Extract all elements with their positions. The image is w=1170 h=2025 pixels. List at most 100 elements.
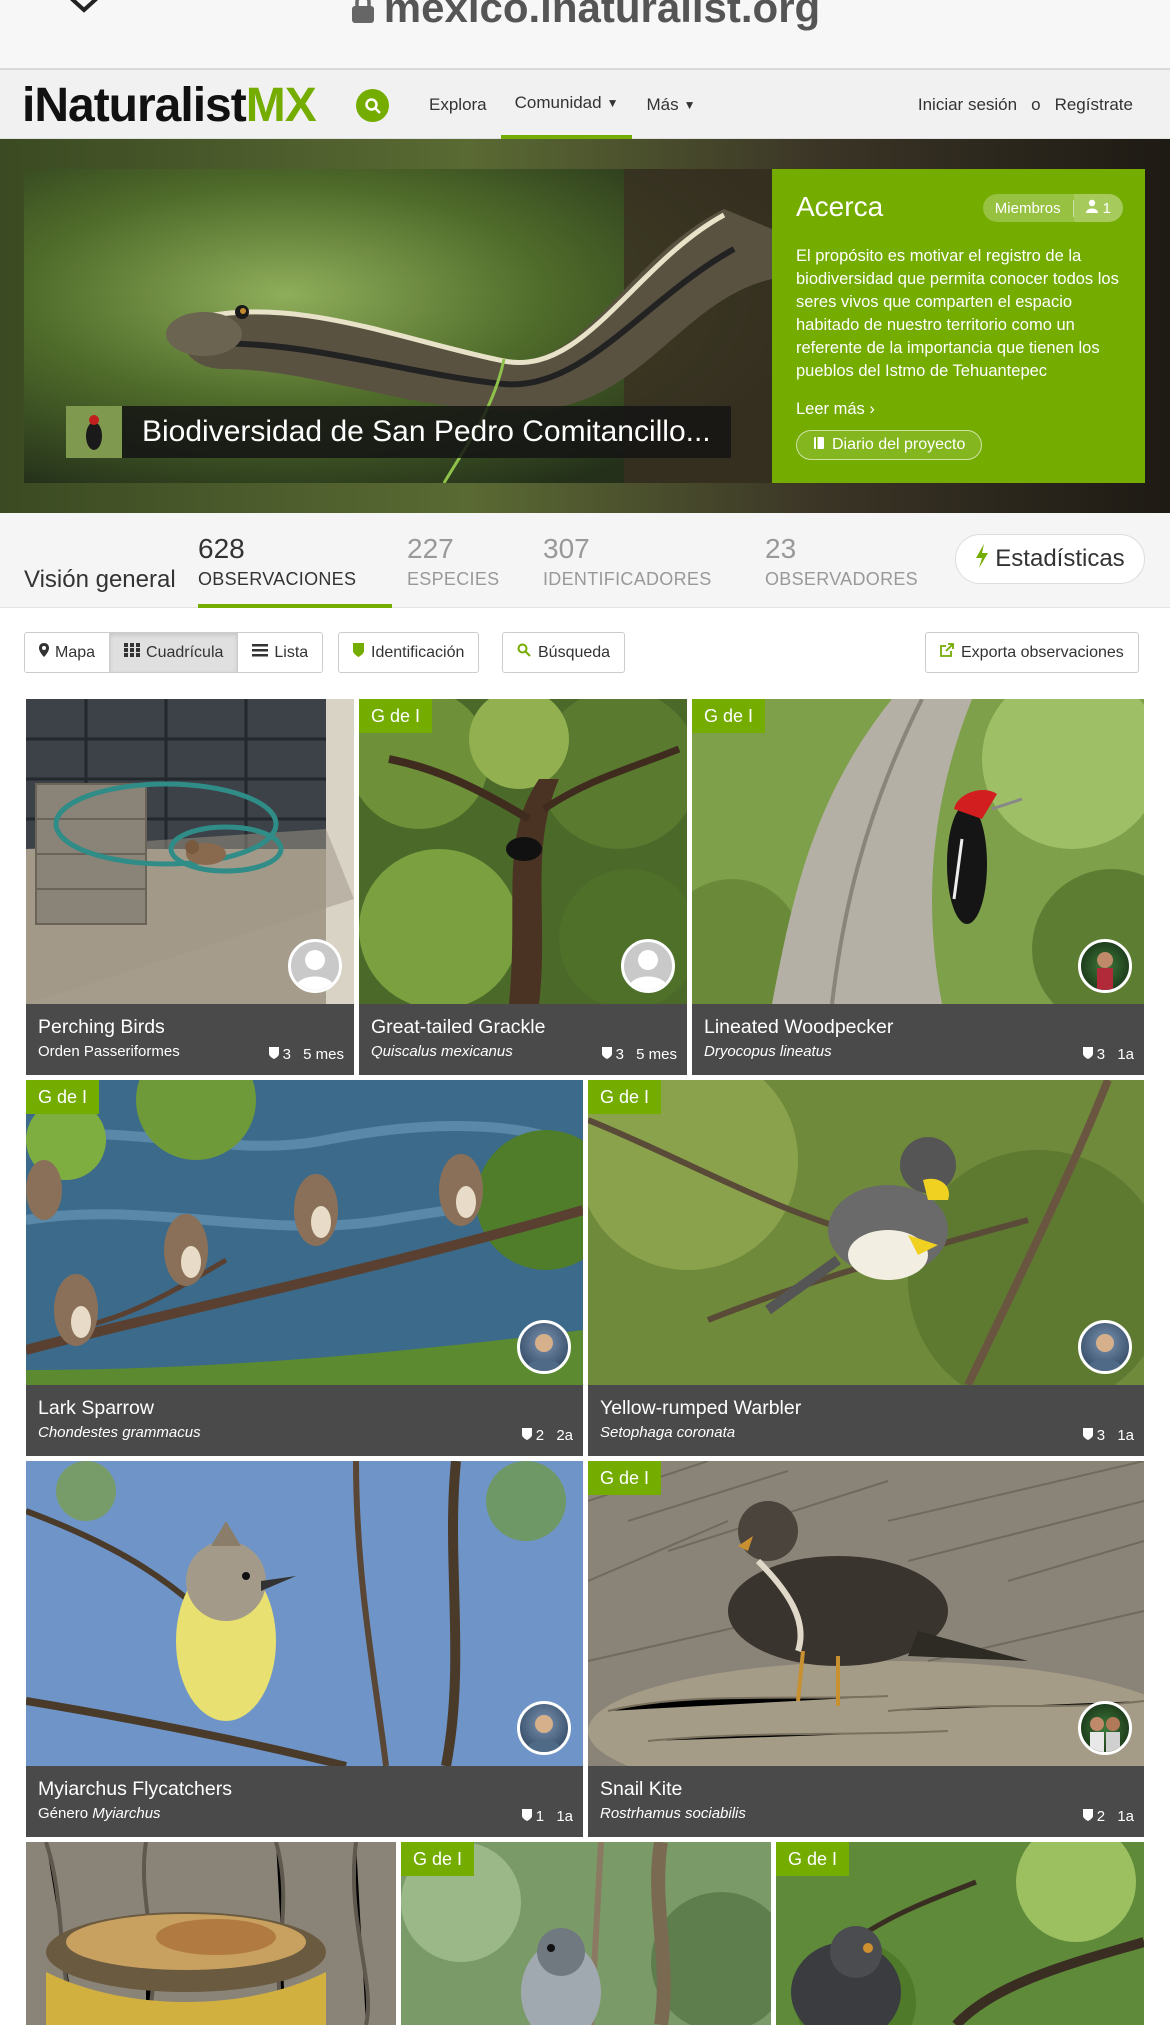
journal-button[interactable]: Diario del proyecto <box>796 430 983 460</box>
chevron-down-icon: ▼ <box>683 97 696 112</box>
shield-icon <box>1082 1427 1093 1444</box>
map-view-button[interactable]: Mapa <box>25 633 111 672</box>
stat-observations[interactable]: 628 OBSERVACIONES <box>198 533 392 608</box>
project-description: El propósito es motivar el registro de l… <box>796 247 1119 380</box>
site-logo[interactable]: iNaturalistMX <box>22 78 317 133</box>
nav-label: Más <box>646 94 679 114</box>
main-nav: Explora Comunidad ▼ Más ▼ <box>415 70 710 139</box>
read-more-label: Leer más <box>796 400 865 418</box>
observation-photo <box>26 1080 583 1385</box>
overview-tab[interactable]: Visión general <box>24 566 176 594</box>
observation-caption: Lark Sparrow Chondestes grammacus 2 2a <box>26 1385 583 1456</box>
observation-card[interactable]: Perching Birds Orden Passeriformes 3 5 m… <box>26 699 354 1075</box>
user-avatar[interactable] <box>1078 939 1132 993</box>
identification-label: Identificación <box>371 643 465 661</box>
common-name: Yellow-rumped Warbler <box>600 1397 802 1419</box>
search-button[interactable]: Búsqueda <box>502 632 626 673</box>
observation-card[interactable]: G de I Yellow-rumped Warbler Setophaga c… <box>588 1080 1144 1456</box>
id-count: 2 <box>1096 1808 1106 1825</box>
observation-photo <box>26 1461 583 1766</box>
id-count: 2 <box>535 1427 545 1444</box>
filter-toolbar: Mapa Cuadrícula Lista Identificación Bús… <box>0 608 1170 698</box>
observation-age: 1a <box>556 1808 573 1825</box>
stat-observers[interactable]: 23 OBSERVADORES <box>765 533 918 608</box>
project-cover-image: Biodiversidad de San Pedro Comitancillo.… <box>24 169 772 483</box>
nav-comunidad[interactable]: Comunidad ▼ <box>500 70 633 139</box>
research-grade-badge: G de I <box>588 1080 662 1114</box>
signup-link[interactable]: Regístrate <box>1055 95 1133 115</box>
observation-card[interactable]: Myiarchus Flycatchers Género Myiarchus 1… <box>26 1461 583 1837</box>
stat-species[interactable]: 227 ESPECIES <box>407 533 499 608</box>
stat-number: 628 <box>198 533 245 564</box>
chevron-down-icon: ▼ <box>606 95 619 110</box>
research-grade-badge: G de I <box>401 1842 475 1876</box>
research-grade-badge: G de I <box>588 1461 662 1495</box>
lock-icon <box>350 0 376 35</box>
project-hero: Biodiversidad de San Pedro Comitancillo.… <box>0 139 1170 513</box>
observation-meta: 3 1a <box>1082 1046 1134 1063</box>
statistics-button[interactable]: Estadísticas <box>955 534 1145 584</box>
grid-view-button[interactable]: Cuadrícula <box>110 633 239 672</box>
export-button[interactable]: Exporta observaciones <box>925 632 1139 673</box>
map-marker-icon <box>39 643 49 662</box>
observation-meta: 1 1a <box>521 1808 573 1825</box>
user-avatar[interactable] <box>517 1320 571 1374</box>
search-label: Búsqueda <box>538 643 611 661</box>
observation-card[interactable] <box>26 1842 396 2025</box>
logo-text: iNaturalist <box>22 79 247 132</box>
journal-label: Diario del proyecto <box>832 436 966 453</box>
observation-age: 1a <box>1117 1046 1134 1063</box>
stat-label: OBSERVACIONES <box>198 569 357 589</box>
list-label: Lista <box>274 643 309 661</box>
observation-card[interactable]: G de I Snail Kite Rostrhamus sociabilis … <box>588 1461 1144 1837</box>
nav-explora[interactable]: Explora <box>415 70 501 139</box>
grid-label: Cuadrícula <box>146 643 224 661</box>
about-panel: Acerca Miembros 1 El propósito es motiva… <box>772 169 1145 483</box>
project-title-banner[interactable]: Biodiversidad de San Pedro Comitancillo.… <box>66 406 731 458</box>
search-icon[interactable] <box>356 89 389 122</box>
observation-photo <box>26 1842 396 2025</box>
observation-card[interactable]: G de I Great-tailed Grackle Quiscalus me… <box>359 699 687 1075</box>
read-more-link[interactable]: Leer más › <box>796 400 875 419</box>
site-header: iNaturalistMX Explora Comunidad ▼ Más ▼ In… <box>0 70 1170 139</box>
chevron-right-icon: › <box>869 400 875 418</box>
user-avatar[interactable] <box>621 939 675 993</box>
shield-icon <box>1082 1808 1093 1825</box>
login-link[interactable]: Iniciar sesión <box>918 95 1017 115</box>
identification-button[interactable]: Identificación <box>338 632 480 673</box>
observation-card[interactable]: G de I Lineated Woodpecker Dryocopus lin… <box>692 699 1144 1075</box>
observation-meta: 2 1a <box>1082 1808 1134 1825</box>
common-name: Lineated Woodpecker <box>704 1016 894 1038</box>
user-avatar[interactable] <box>1078 1320 1132 1374</box>
observation-card[interactable]: G de I <box>776 1842 1144 2025</box>
observation-photo <box>588 1080 1144 1385</box>
user-avatar[interactable] <box>517 1701 571 1755</box>
observation-age: 5 mes <box>303 1046 344 1063</box>
research-grade-badge: G de I <box>26 1080 100 1114</box>
scientific-name: Chondestes grammacus <box>38 1424 201 1441</box>
list-view-button[interactable]: Lista <box>238 633 323 672</box>
observation-card[interactable]: G de I <box>401 1842 771 2025</box>
user-avatar[interactable] <box>1078 1701 1132 1755</box>
observation-card[interactable]: G de I Lark Sparrow Chondestes grammacus… <box>26 1080 583 1456</box>
user-icon <box>1085 199 1098 217</box>
shield-icon <box>268 1046 279 1063</box>
stat-identifiers[interactable]: 307 IDENTIFICADORES <box>543 533 712 608</box>
shield-icon <box>1082 1046 1093 1063</box>
research-grade-badge: G de I <box>692 699 766 733</box>
list-icon <box>252 643 269 662</box>
stat-label: ESPECIES <box>407 569 500 589</box>
nav-mas[interactable]: Más ▼ <box>632 70 709 139</box>
search-icon <box>517 643 531 662</box>
research-grade-badge: G de I <box>359 699 433 733</box>
rank-prefix: Género <box>38 1805 93 1822</box>
user-avatar[interactable] <box>288 939 342 993</box>
id-count: 3 <box>1096 1046 1106 1063</box>
stat-number: 23 <box>765 533 797 564</box>
members-label: Miembros <box>983 199 1074 217</box>
members-badge[interactable]: Miembros 1 <box>982 194 1123 222</box>
url-field[interactable]: mexico.inaturalist.org <box>0 0 1170 35</box>
browser-address-bar: mexico.inaturalist.org <box>0 0 1170 70</box>
observation-age: 1a <box>1117 1808 1134 1825</box>
stat-number: 227 <box>407 533 454 564</box>
